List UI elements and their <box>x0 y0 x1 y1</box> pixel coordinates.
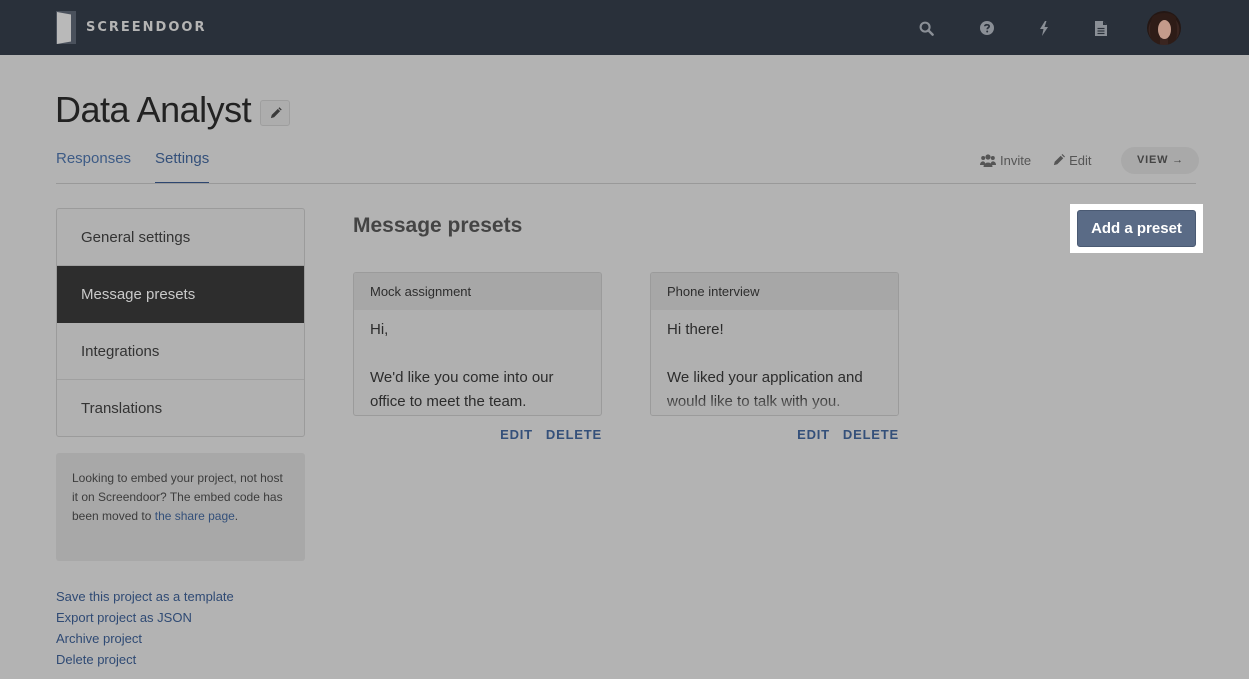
top-navbar: SCREENDOOR <box>0 0 1249 55</box>
preset-card[interactable]: Phone interview Hi there! We liked your … <box>650 272 899 416</box>
edit-preset-link[interactable]: EDIT <box>797 427 830 442</box>
save-as-template-link[interactable]: Save this project as a template <box>56 586 234 607</box>
tab-settings[interactable]: Settings <box>155 150 210 184</box>
project-tabs: Responses Settings <box>56 150 233 184</box>
preset-line: We liked your application and <box>667 369 863 386</box>
preset-actions: EDIT DELETE <box>353 427 602 442</box>
edit-link[interactable]: Edit <box>1053 153 1091 168</box>
preset-line: We'd like you come into our <box>370 369 554 386</box>
share-page-link[interactable]: the share page <box>155 509 235 523</box>
preset-actions: EDIT DELETE <box>650 427 899 442</box>
tabs-divider <box>56 183 1196 184</box>
add-preset-button[interactable]: Add a preset <box>1077 210 1196 247</box>
preset-card[interactable]: Mock assignment Hi, We'd like you come i… <box>353 272 602 416</box>
archive-project-link[interactable]: Archive project <box>56 628 234 649</box>
door-logo-icon <box>56 11 76 44</box>
delete-preset-link[interactable]: DELETE <box>843 427 899 442</box>
embed-notice-suffix: . <box>234 509 239 523</box>
user-avatar[interactable] <box>1147 11 1181 45</box>
preset-body: Hi, We'd like you come into our office t… <box>354 310 601 414</box>
bolt-icon[interactable] <box>1033 17 1055 39</box>
invite-label: Invite <box>1000 152 1032 168</box>
preset-item: Mock assignment Hi, We'd like you come i… <box>353 272 602 442</box>
brand-logo[interactable]: SCREENDOOR <box>56 11 206 44</box>
search-icon[interactable] <box>915 17 937 39</box>
preset-name: Phone interview <box>651 273 898 310</box>
add-preset-highlight: Add a preset <box>1070 204 1203 253</box>
header-actions: Invite Edit VIEW → <box>980 146 1200 174</box>
preset-name: Mock assignment <box>354 273 601 310</box>
delete-preset-link[interactable]: DELETE <box>546 427 602 442</box>
embed-notice: Looking to embed your project, not host … <box>56 453 305 561</box>
menu-item-message-presets[interactable]: Message presets <box>57 266 304 323</box>
page-title: Data Analyst <box>55 89 252 130</box>
users-icon <box>980 153 996 167</box>
help-icon[interactable] <box>976 17 998 39</box>
edit-title-button[interactable] <box>260 100 290 126</box>
brand-name: SCREENDOOR <box>86 20 207 35</box>
section-title: Message presets <box>353 214 523 237</box>
pencil-icon <box>1053 154 1066 166</box>
document-icon[interactable] <box>1090 17 1112 39</box>
export-json-link[interactable]: Export project as JSON <box>56 607 234 628</box>
preset-line: Hi there! <box>667 321 724 338</box>
pencil-icon <box>269 106 282 120</box>
menu-item-translations[interactable]: Translations <box>57 380 304 437</box>
edit-label: Edit <box>1069 152 1092 168</box>
view-button[interactable]: VIEW → <box>1121 146 1200 174</box>
edit-preset-link[interactable]: EDIT <box>500 427 533 442</box>
text-fade <box>651 397 898 415</box>
preset-item: Phone interview Hi there! We liked your … <box>650 272 899 442</box>
settings-menu: General settings Message presets Integra… <box>56 208 305 437</box>
menu-item-general-settings[interactable]: General settings <box>57 209 304 266</box>
preset-line: Hi, <box>370 321 389 338</box>
invite-link[interactable]: Invite <box>980 153 1031 168</box>
menu-item-integrations[interactable]: Integrations <box>57 323 304 380</box>
project-links: Save this project as a template Export p… <box>56 586 234 670</box>
tab-responses[interactable]: Responses <box>56 150 131 184</box>
preset-line: office to meet the team. <box>370 393 527 410</box>
delete-project-link[interactable]: Delete project <box>56 649 234 670</box>
